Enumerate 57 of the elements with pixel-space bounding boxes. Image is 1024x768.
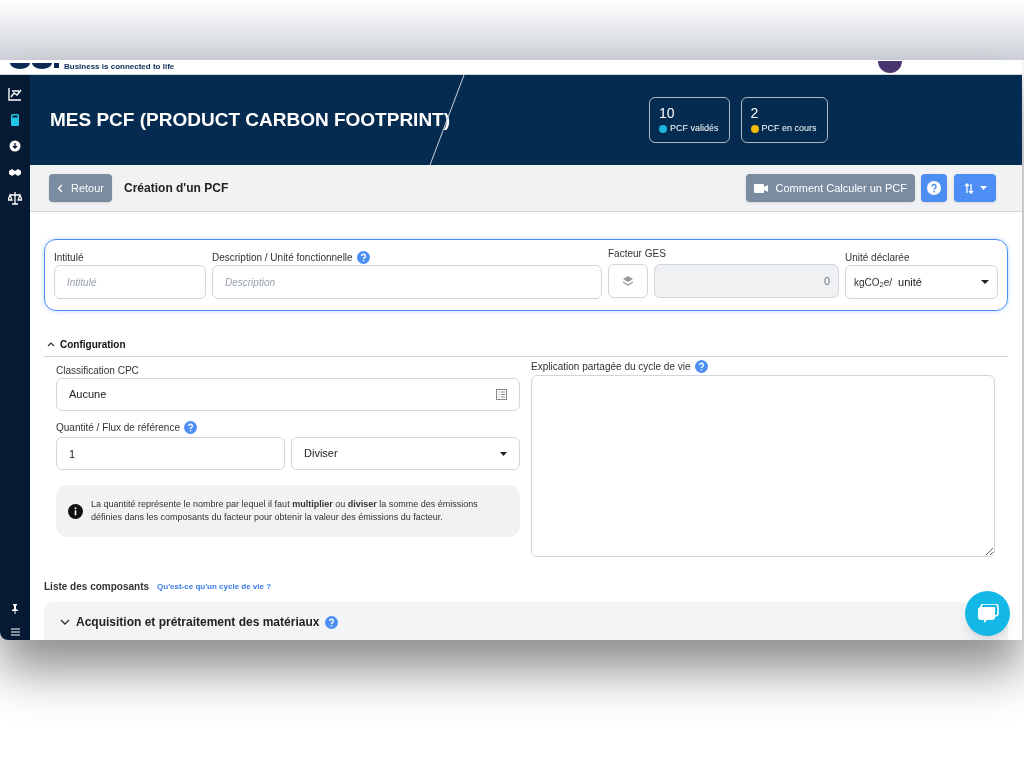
sort-icon xyxy=(963,182,974,194)
lifecycle-section-header[interactable]: Acquisition et prétraitement des matériaux xyxy=(44,602,1008,640)
page-title: MES PCF (PRODUCT CARBON FOOTPRINT) xyxy=(50,107,452,132)
scale-icon[interactable] xyxy=(8,191,22,205)
classification-field[interactable]: Aucune xyxy=(56,378,520,411)
operation-value: Diviser xyxy=(304,446,338,462)
help-icon[interactable] xyxy=(183,420,197,434)
operation-dropdown[interactable]: Diviser xyxy=(291,437,520,470)
brand-tagline: Business is connected to life xyxy=(64,63,175,71)
caret-icon xyxy=(981,280,989,284)
section-title[interactable]: Configuration xyxy=(60,337,126,352)
description-input[interactable]: Description xyxy=(212,265,602,299)
unit-dropdown[interactable]: kgCO$_{2}$e/ unité xyxy=(845,265,998,299)
caret-icon xyxy=(500,451,507,456)
field-label: Classification CPC xyxy=(56,364,140,378)
chevron-icon[interactable] xyxy=(47,342,55,347)
stat-label: PCF validés xyxy=(670,122,719,136)
field-label: Intitulé xyxy=(54,251,85,264)
chevron-left-icon xyxy=(57,183,63,193)
classification-value: Aucune xyxy=(69,387,107,403)
video-camera-icon xyxy=(753,183,768,193)
logo-icon xyxy=(10,63,60,71)
field-label: Unité déclarée xyxy=(845,251,911,264)
field-label: Explication partagée du cycle de vie xyxy=(531,360,691,374)
stat-value: 10 xyxy=(659,104,676,123)
help-button[interactable] xyxy=(921,174,947,202)
unit-value: unité xyxy=(898,274,923,290)
emission-factor-field: 0 xyxy=(654,264,839,298)
user-avatar[interactable] xyxy=(878,61,902,73)
section-title: Acquisition et prétraitement des matériaux xyxy=(76,614,320,631)
field-label: Description / Unité fonctionnelle xyxy=(212,250,353,265)
sort-dropdown-button[interactable] xyxy=(954,174,996,202)
quantity-input[interactable]: 1 xyxy=(56,437,285,470)
chat-bubble-icon xyxy=(976,603,999,624)
unit-prefix: kgCO$_{2}$e/ xyxy=(854,275,893,290)
calculator-icon[interactable] xyxy=(8,113,22,127)
lifecycle-help-link[interactable]: Qu'est-ce qu'un cycle de vie ? xyxy=(157,580,272,593)
help-icon xyxy=(927,181,941,195)
layers-icon xyxy=(622,275,634,287)
field-label: Facteur GES xyxy=(608,247,667,260)
help-icon[interactable] xyxy=(356,250,370,264)
stat-value: 2 xyxy=(750,104,760,123)
components-title: Liste des composants xyxy=(44,580,150,594)
chart-icon[interactable] xyxy=(8,87,22,101)
download-icon[interactable] xyxy=(8,139,22,153)
menu-icon[interactable] xyxy=(10,628,20,636)
list-icon xyxy=(496,389,507,400)
help-icon[interactable] xyxy=(694,360,708,373)
caret-icon xyxy=(979,186,987,190)
pin-icon[interactable] xyxy=(11,604,19,614)
help-icon[interactable] xyxy=(325,615,339,629)
form-title: Création d'un PCF xyxy=(124,180,229,197)
field-label: Quantité / Flux de référence xyxy=(56,420,180,435)
info-icon xyxy=(68,503,83,519)
name-input[interactable]: Intitulé xyxy=(54,265,206,299)
info-text: La quantité représente le nombre par lequel il faut multiplier ou diviser la somme des émissions définies dans les composants du facteur pour obtenir la valeur des émissions du facteur. xyxy=(91,498,479,524)
stat-label: PCF en cours xyxy=(761,122,817,136)
